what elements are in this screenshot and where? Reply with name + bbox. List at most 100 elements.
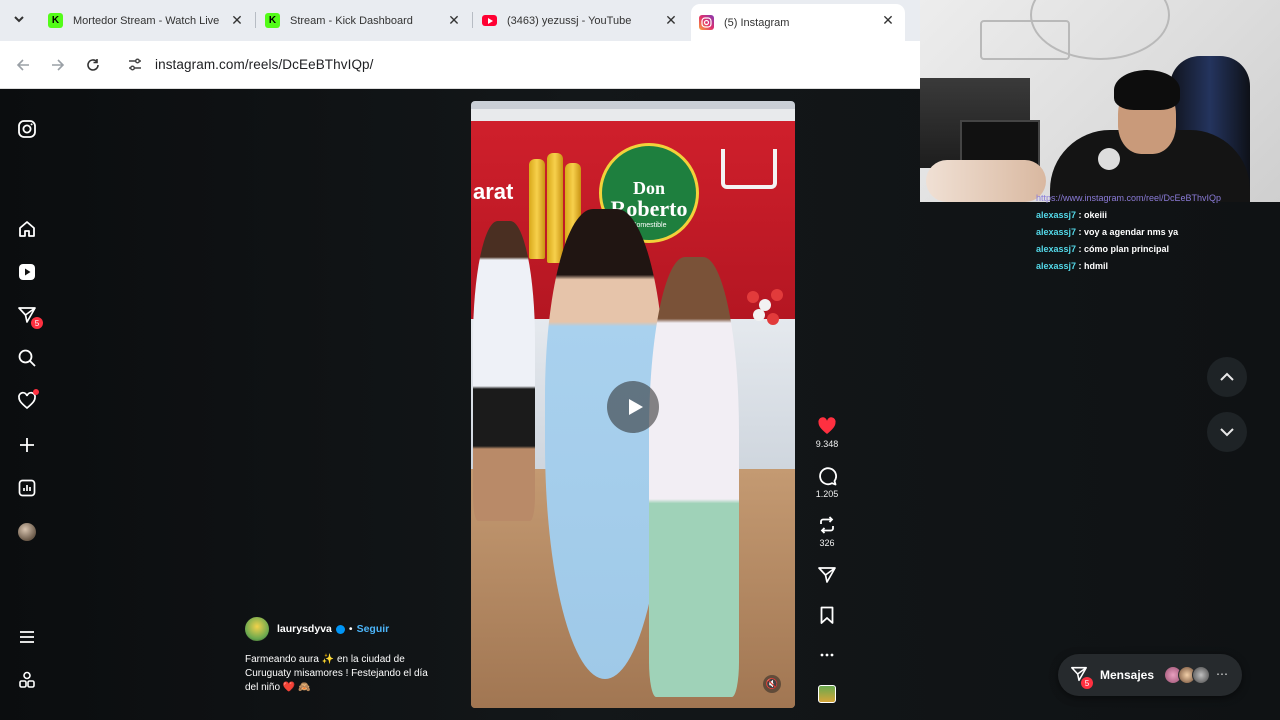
- streamer-hair: [1114, 70, 1180, 110]
- instagram-logo-icon[interactable]: [16, 118, 38, 140]
- profile-avatar[interactable]: [16, 521, 38, 543]
- princess-figure: [545, 209, 665, 679]
- home-icon[interactable]: [16, 218, 38, 240]
- follow-button[interactable]: Seguir: [357, 623, 390, 635]
- arrow-left-icon: [16, 59, 29, 71]
- separator-dot: •: [348, 623, 353, 635]
- chat-message: alexassj7 : hdmil: [1036, 261, 1109, 271]
- mute-button[interactable]: 🔇: [763, 675, 781, 693]
- oil-bottle: [529, 159, 545, 259]
- omnibox[interactable]: instagram.com/reels/DcEeBThvIQp/: [116, 47, 912, 83]
- heart-filled-icon: [818, 417, 836, 434]
- share-button[interactable]: [808, 565, 846, 585]
- tab-title: Stream - Kick Dashboard: [290, 14, 413, 27]
- play-icon: [628, 399, 643, 415]
- reel-video[interactable]: arat Don Roberto Comestible 🔇: [471, 101, 795, 708]
- close-icon[interactable]: ✕: [230, 13, 244, 27]
- chat-message: alexassj7 : okeiii: [1036, 210, 1108, 220]
- author-avatar[interactable]: [245, 617, 269, 641]
- wall-drawing: [980, 20, 1070, 60]
- share-icon: [818, 567, 836, 583]
- repost-button[interactable]: 326: [808, 515, 846, 548]
- balloon: [753, 309, 765, 321]
- menu-icon[interactable]: [16, 626, 38, 648]
- instagram-sidebar: 5: [0, 89, 54, 720]
- more-horizontal-icon: ⋯: [1216, 667, 1228, 681]
- forward-button[interactable]: [46, 53, 70, 77]
- direct-messages-icon[interactable]: 5: [16, 304, 43, 329]
- tab-title: (5) Instagram: [724, 16, 790, 29]
- repost-count: 326: [819, 538, 835, 548]
- tab-title: Mortedor Stream - Watch Live on: [73, 14, 221, 27]
- dashboard-icon[interactable]: [16, 477, 38, 499]
- close-icon[interactable]: ✕: [447, 13, 461, 27]
- cart-graphic: [721, 149, 777, 189]
- repost-icon: [820, 516, 834, 534]
- arrow-right-icon: [52, 59, 65, 71]
- comment-icon: [819, 467, 837, 486]
- stream-chat: https://www.instagram.com/reel/DcEeBThvI…: [1036, 193, 1276, 272]
- audio-thumbnail[interactable]: [808, 685, 846, 703]
- chevron-down-icon: [1220, 428, 1234, 437]
- speaker-muted-icon: 🔇: [765, 678, 779, 690]
- more-apps-icon[interactable]: [16, 669, 38, 691]
- tab-mortedor[interactable]: K Mortedor Stream - Watch Live on ✕: [40, 0, 254, 41]
- author-username[interactable]: laurysdyva: [277, 623, 332, 635]
- address-bar: instagram.com/reels/DcEeBThvIQp/: [0, 41, 920, 89]
- girl-figure: [649, 257, 739, 697]
- oil-bottle: [547, 153, 563, 263]
- balloon: [771, 289, 783, 301]
- previous-reel-button[interactable]: [1207, 357, 1247, 397]
- search-icon[interactable]: [16, 347, 38, 369]
- avatar: [18, 523, 36, 541]
- close-icon[interactable]: ✕: [881, 13, 895, 27]
- tab-divider: [472, 12, 473, 28]
- caption-text[interactable]: Farmeando aura ✨ en la ciudad de Curugua…: [245, 653, 455, 695]
- chevron-up-icon: [1220, 372, 1234, 381]
- activity-dot: [33, 389, 39, 395]
- reels-icon[interactable]: [16, 261, 38, 283]
- chat-message: alexassj7 : voy a agendar nms ya: [1036, 227, 1179, 237]
- site-settings-icon[interactable]: [126, 56, 144, 74]
- more-options-button[interactable]: [808, 645, 846, 665]
- boy-figure: [473, 221, 535, 521]
- tab-kick-dashboard[interactable]: K Stream - Kick Dashboard ✕: [257, 0, 471, 41]
- heart-icon[interactable]: [16, 389, 39, 412]
- messenger-icon: 5: [1070, 665, 1093, 689]
- audio-thumbnail-image: [818, 685, 836, 703]
- create-icon[interactable]: [16, 434, 38, 456]
- reel-caption: laurysdyva • Seguir Farmeando aura ✨ en …: [245, 617, 455, 695]
- screen: K Mortedor Stream - Watch Live on ✕ K St…: [0, 0, 1280, 720]
- verified-badge-icon: [335, 624, 345, 634]
- tab-search-menu[interactable]: [8, 8, 30, 30]
- balloon: [767, 313, 779, 325]
- messages-badge: 5: [1081, 677, 1093, 689]
- play-button[interactable]: [607, 381, 659, 433]
- next-reel-button[interactable]: [1207, 412, 1247, 452]
- reload-button[interactable]: [81, 53, 105, 77]
- like-button[interactable]: 9.348: [808, 416, 846, 449]
- kick-icon: K: [265, 13, 280, 28]
- tab-youtube[interactable]: (3463) yezussj - YouTube ✕: [474, 0, 688, 41]
- close-icon[interactable]: ✕: [664, 13, 678, 27]
- chat-message: alexassj7 : cómo plan principal: [1036, 244, 1170, 254]
- more-horizontal-icon: [820, 653, 834, 657]
- webcam-overlay: [920, 0, 1280, 202]
- back-button[interactable]: [11, 53, 35, 77]
- comment-button[interactable]: 1.205: [808, 466, 846, 499]
- awning: [471, 109, 795, 121]
- save-button[interactable]: [808, 605, 846, 625]
- instagram-icon: [699, 15, 714, 30]
- tab-instagram[interactable]: (5) Instagram ✕: [691, 4, 905, 41]
- url-text[interactable]: instagram.com/reels/DcEeBThvIQp/: [155, 57, 374, 72]
- notification-badge: 5: [31, 317, 43, 329]
- like-count: 9.348: [815, 439, 839, 449]
- reload-icon: [87, 59, 99, 71]
- bookmark-icon: [820, 606, 834, 624]
- tab-divider: [255, 12, 256, 28]
- messages-button[interactable]: 5 Mensajes ⋯: [1058, 654, 1242, 696]
- tab-title: (3463) yezussj - YouTube: [507, 14, 632, 27]
- author-row: laurysdyva • Seguir: [245, 617, 455, 641]
- youtube-icon: [482, 15, 497, 26]
- chevron-down-icon: [14, 16, 24, 23]
